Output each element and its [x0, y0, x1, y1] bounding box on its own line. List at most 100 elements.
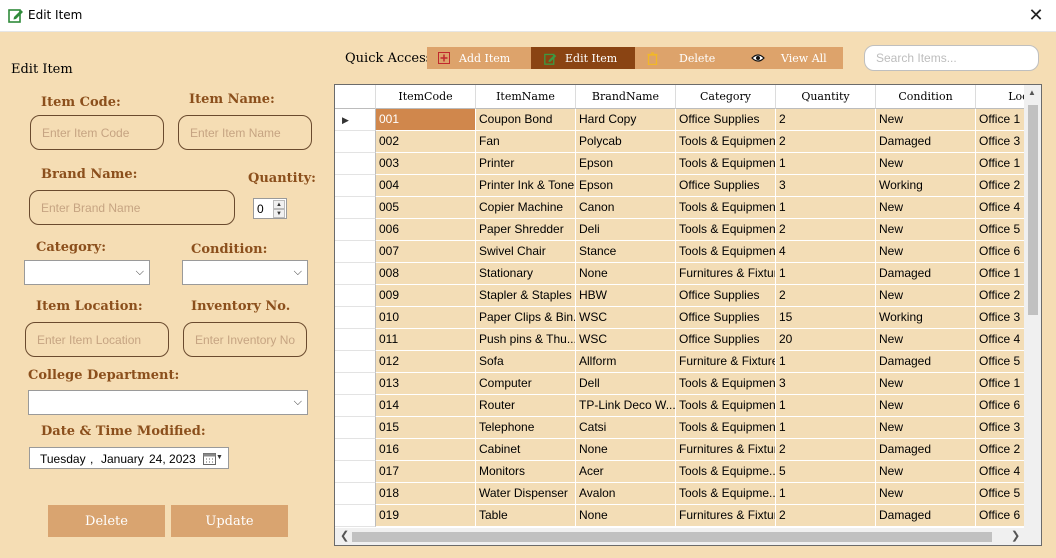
table-row[interactable]: ▶ 001 Coupon Bond Hard Copy Office Supplies 2…: [335, 109, 1025, 131]
row-header[interactable]: [335, 263, 376, 285]
table-cell[interactable]: 016: [376, 439, 476, 461]
table-cell[interactable]: 012: [376, 351, 476, 373]
quantity-up-icon[interactable]: ▲: [273, 200, 285, 209]
table-cell[interactable]: Office 1: [976, 263, 1025, 285]
table-cell[interactable]: 005: [376, 197, 476, 219]
table-cell[interactable]: Office 1: [976, 109, 1025, 131]
table-row[interactable]: 011 Push pins & Thu... WSC Office Supplies 2…: [335, 329, 1025, 351]
table-cell[interactable]: Damaged: [876, 263, 976, 285]
table-row[interactable]: 014 Router TP-Link Deco W... Tools & Equipm…: [335, 395, 1025, 417]
table-cell[interactable]: 1: [776, 351, 876, 373]
table-cell[interactable]: New: [876, 109, 976, 131]
table-cell[interactable]: Canon: [576, 197, 676, 219]
table-cell[interactable]: Paper Shredder: [476, 219, 576, 241]
table-cell[interactable]: 1: [776, 395, 876, 417]
table-cell[interactable]: Office 1: [976, 373, 1025, 395]
table-cell[interactable]: Sofa: [476, 351, 576, 373]
table-cell[interactable]: New: [876, 329, 976, 351]
close-button[interactable]: ✕: [1016, 0, 1056, 31]
table-row[interactable]: 016CabinetNoneFurnitures & Fixtur...2Dam…: [335, 439, 1025, 461]
item-name-field[interactable]: [178, 115, 312, 150]
table-cell[interactable]: 018: [376, 483, 476, 505]
table-cell[interactable]: Furnitures & Fixtur...: [676, 263, 776, 285]
table-row[interactable]: 019TableNoneFurnitures & Fixtur...2Damag…: [335, 505, 1025, 527]
quantity-stepper[interactable]: 0 ▲ ▼: [253, 198, 287, 219]
table-cell[interactable]: New: [876, 461, 976, 483]
table-cell[interactable]: Working: [876, 175, 976, 197]
table-cell[interactable]: Tools & Equipment: [676, 373, 776, 395]
brand-name-input[interactable]: [41, 200, 234, 215]
table-cell[interactable]: Damaged: [876, 351, 976, 373]
table-cell[interactable]: 004: [376, 175, 476, 197]
table-cell[interactable]: Copier Machine: [476, 197, 576, 219]
row-header[interactable]: [335, 417, 376, 439]
table-cell[interactable]: WSC: [576, 329, 676, 351]
table-cell[interactable]: Epson: [576, 175, 676, 197]
table-cell[interactable]: Office 3: [976, 131, 1025, 153]
table-row[interactable]: 002 Fan Polycab Tools & Equipment 2 Damaged Of…: [335, 131, 1025, 153]
column-header[interactable]: Locati: [976, 85, 1025, 109]
table-cell[interactable]: Dell: [576, 373, 676, 395]
item-code-input[interactable]: [42, 125, 163, 140]
table-cell[interactable]: WSC: [576, 307, 676, 329]
table-cell[interactable]: 3: [776, 373, 876, 395]
table-cell[interactable]: Office Supplies: [676, 109, 776, 131]
column-header[interactable]: ItemCode: [376, 85, 476, 109]
table-row[interactable]: 007 Swivel Chair Stance Tools & Equipment 4 N…: [335, 241, 1025, 263]
table-cell[interactable]: Tools & Equipme...: [676, 461, 776, 483]
items-table[interactable]: ItemCode ItemName BrandName Category Quantit…: [334, 84, 1042, 546]
table-cell[interactable]: Furniture & Fixtures: [676, 351, 776, 373]
table-cell[interactable]: 2: [776, 131, 876, 153]
table-cell[interactable]: 1: [776, 263, 876, 285]
table-cell[interactable]: Hard Copy: [576, 109, 676, 131]
table-cell[interactable]: Office Supplies: [676, 307, 776, 329]
table-cell[interactable]: Avalon: [576, 483, 676, 505]
column-header[interactable]: Category: [676, 85, 776, 109]
row-header[interactable]: [335, 285, 376, 307]
table-cell[interactable]: Tools & Equipment: [676, 241, 776, 263]
table-cell[interactable]: 017: [376, 461, 476, 483]
table-cell[interactable]: Office 6: [976, 241, 1025, 263]
item-name-input[interactable]: [190, 125, 311, 140]
table-cell[interactable]: Office 2: [976, 439, 1025, 461]
table-cell[interactable]: 019: [376, 505, 476, 527]
horizontal-scroll-thumb[interactable]: [352, 532, 992, 542]
table-cell[interactable]: Office 6: [976, 395, 1025, 417]
table-cell[interactable]: None: [576, 263, 676, 285]
table-cell[interactable]: Polycab: [576, 131, 676, 153]
table-cell[interactable]: New: [876, 417, 976, 439]
table-cell[interactable]: Office 5: [976, 351, 1025, 373]
table-cell[interactable]: Tools & Equipme...: [676, 483, 776, 505]
vertical-scrollbar[interactable]: ▲: [1024, 85, 1041, 529]
table-cell[interactable]: 20: [776, 329, 876, 351]
row-header[interactable]: [335, 351, 376, 373]
table-cell[interactable]: Damaged: [876, 505, 976, 527]
table-cell[interactable]: Tools & Equipment: [676, 395, 776, 417]
brand-name-field[interactable]: [29, 190, 235, 225]
search-box[interactable]: [864, 45, 1039, 71]
row-header[interactable]: [335, 329, 376, 351]
table-cell[interactable]: Deli: [576, 219, 676, 241]
calendar-icon[interactable]: [203, 452, 216, 465]
table-cell[interactable]: Office Supplies: [676, 285, 776, 307]
row-header[interactable]: [335, 131, 376, 153]
table-cell[interactable]: 2: [776, 219, 876, 241]
inventory-no-input[interactable]: [195, 332, 306, 347]
inventory-no-field[interactable]: [183, 322, 307, 357]
delete-quick-button[interactable]: Delete: [645, 47, 741, 69]
table-cell[interactable]: 014: [376, 395, 476, 417]
table-cell[interactable]: 2: [776, 285, 876, 307]
table-cell[interactable]: 003: [376, 153, 476, 175]
table-cell[interactable]: Tools & Equipment: [676, 219, 776, 241]
table-cell[interactable]: 2: [776, 505, 876, 527]
row-header[interactable]: ▶: [335, 109, 376, 131]
table-row[interactable]: 009 Stapler & Staples HBW Office Supplies 2 N…: [335, 285, 1025, 307]
table-cell[interactable]: Damaged: [876, 131, 976, 153]
row-header[interactable]: [335, 505, 376, 527]
vertical-scroll-thumb[interactable]: [1028, 105, 1038, 315]
table-cell[interactable]: New: [876, 483, 976, 505]
table-row[interactable]: 012 Sofa Allform Furniture & Fixtures 1 Damag…: [335, 351, 1025, 373]
table-row[interactable]: 018 Water Dispenser Avalon Tools & Equipme.…: [335, 483, 1025, 505]
column-header[interactable]: Quantity: [776, 85, 876, 109]
table-cell[interactable]: Stapler & Staples: [476, 285, 576, 307]
